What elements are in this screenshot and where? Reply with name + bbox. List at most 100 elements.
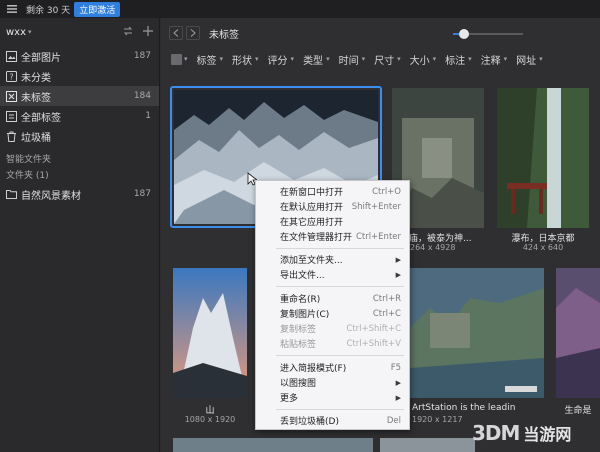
chevron-down-icon: ▾ (219, 55, 224, 63)
menu-item-open-default-app[interactable]: 在默认应用打开 Shift+Enter (256, 199, 409, 214)
watermark-text: 当游网 (523, 424, 572, 444)
menu-icon[interactable] (4, 2, 20, 16)
menu-item-label: 以图搜图 (280, 379, 317, 389)
watermark-logo: 3DM (472, 420, 520, 445)
chevron-right-icon: ▶ (395, 255, 401, 264)
menu-separator (276, 355, 404, 356)
menu-item-label: 在文件管理器打开 (280, 233, 353, 243)
trial-remaining-text: 剩余 30 天 (26, 5, 71, 16)
menu-item-add-to-folder[interactable]: 添加至文件夹... ▶ (256, 252, 409, 267)
select-all-checkbox[interactable] (171, 53, 182, 65)
chevron-right-icon: ▶ (395, 393, 401, 402)
menu-item-shortcut: Shift+Enter (351, 201, 401, 212)
back-button[interactable] (169, 26, 183, 40)
filter-label: 大小 (409, 55, 430, 67)
trash-icon (6, 131, 17, 142)
menu-item-presentation-mode[interactable]: 进入简报模式(F) F5 (256, 360, 409, 375)
add-icon[interactable] (143, 25, 153, 39)
chevron-down-icon: ▾ (397, 55, 401, 63)
filter-type[interactable]: 类型 ▾ (303, 52, 330, 67)
chevron-down-icon: ▾ (503, 55, 508, 63)
sync-icon[interactable] (123, 26, 133, 39)
filter-rating[interactable]: 评分 ▾ (268, 52, 295, 67)
chevron-left-icon (173, 29, 179, 37)
menu-item-label: 添加至文件夹... (280, 256, 343, 266)
filter-label: 标签 (196, 55, 217, 67)
folder-count: 187 (133, 189, 151, 199)
menu-item-more[interactable]: 更多 ▶ (256, 390, 409, 405)
menu-item-copy-image[interactable]: 复制图片(C) Ctrl+C (256, 306, 409, 321)
filter-label: 标注 (445, 55, 466, 67)
menu-item-paste-tags[interactable]: 粘贴标签 Ctrl+Shift+V (256, 336, 409, 351)
menu-item-open-other-app[interactable]: 在其它应用打开 (256, 214, 409, 229)
chevron-right-icon: ▶ (395, 378, 401, 387)
chevron-down-icon: ▾ (361, 55, 366, 63)
zoom-slider[interactable] (453, 29, 523, 39)
image-tile[interactable] (556, 268, 600, 398)
image-thumbnail (497, 88, 589, 228)
sidebar-item-uncategorized[interactable]: ? 未分类 (0, 66, 159, 86)
sidebar-item-untagged[interactable]: 未标签 184 (0, 86, 159, 106)
chevron-down-icon[interactable]: ▾ (184, 55, 188, 63)
watermark: 3DM 当游网 (472, 413, 600, 452)
filter-annotation[interactable]: 标注 ▾ (445, 52, 472, 67)
filter-tags[interactable]: 标签 ▾ (197, 52, 224, 67)
menu-item-label: 进入简报模式(F) (280, 364, 347, 374)
sidebar-item-all-images[interactable]: 全部图片 187 (0, 46, 159, 66)
menu-item-open-file-manager[interactable]: 在文件管理器打开 Ctrl+Enter (256, 229, 409, 244)
image-tile[interactable] (410, 268, 544, 398)
menu-item-open-new-window[interactable]: 在新窗口中打开 Ctrl+O (256, 184, 409, 199)
menu-item-move-to-trash[interactable]: 丢到垃圾桶(D) Del (256, 413, 409, 428)
library-switcher[interactable]: wxx ▾ (0, 18, 159, 46)
filter-notes[interactable]: 注释 ▾ (481, 52, 508, 67)
question-icon: ? (6, 70, 17, 82)
menu-item-rename[interactable]: 重命名(R) Ctrl+R (256, 291, 409, 306)
filter-size[interactable]: 大小 ▾ (410, 52, 437, 67)
sidebar-item-label: 未分类 (21, 72, 51, 84)
menu-separator (276, 248, 404, 249)
menu-item-shortcut: Del (386, 415, 401, 426)
filter-label: 尺寸 (374, 55, 395, 67)
image-tile[interactable] (173, 268, 247, 398)
menu-item-shortcut: Ctrl+Shift+V (346, 338, 401, 349)
page-title: 未标签 (209, 29, 239, 41)
filter-shape[interactable]: 形状 ▾ (232, 52, 259, 67)
menu-item-label: 粘贴标签 (280, 340, 317, 350)
menu-item-copy-tags[interactable]: 复制标签 Ctrl+Shift+C (256, 321, 409, 336)
menu-item-search-by-image[interactable]: 以图搜图 ▶ (256, 375, 409, 390)
context-menu: 在新窗口中打开 Ctrl+O 在默认应用打开 Shift+Enter 在其它应用… (255, 180, 410, 430)
sidebar-item-count: 187 (133, 51, 151, 61)
menu-item-label: 在默认应用打开 (280, 203, 344, 213)
filter-time[interactable]: 时间 ▾ (339, 52, 366, 67)
menu-item-export-file[interactable]: 导出文件... ▶ (256, 267, 409, 282)
menu-item-shortcut: Ctrl+R (372, 293, 401, 304)
tags-icon (6, 110, 17, 122)
chevron-down-icon: ▾ (432, 55, 437, 63)
sidebar-item-trash[interactable]: 垃圾桶 (0, 126, 159, 146)
sidebar-item-all-tags[interactable]: 全部标签 1 (0, 106, 159, 126)
image-tile[interactable] (173, 438, 373, 452)
zoom-slider-knob[interactable] (458, 29, 469, 39)
activate-button[interactable]: 立即激活 (74, 1, 121, 17)
folder-label: 自然风景素材 (21, 190, 81, 202)
menu-item-label: 更多 (280, 394, 299, 404)
image-tile[interactable] (380, 438, 475, 452)
image-dimensions: 424 x 640 (522, 243, 564, 252)
image-tile[interactable] (497, 88, 589, 228)
menu-item-label: 在新窗口中打开 (280, 188, 344, 198)
forward-button[interactable] (186, 26, 200, 40)
smart-folders-heading[interactable]: 智能文件夹 (0, 150, 159, 166)
menu-item-label: 导出文件... (280, 271, 325, 281)
image-dimensions: 264 x 4928 (410, 243, 456, 252)
sidebar-item-count: 184 (133, 91, 151, 101)
image-thumbnail (173, 268, 247, 398)
sidebar-item-label: 全部图片 (21, 52, 61, 64)
filter-label: 注释 (480, 55, 501, 67)
filter-url[interactable]: 网址 ▾ (516, 52, 543, 67)
chevron-down-icon: ▾ (468, 55, 472, 63)
menu-item-shortcut: Ctrl+C (372, 308, 401, 319)
folder-item[interactable]: 自然风景素材 187 (0, 184, 159, 204)
filter-dimensions[interactable]: 尺寸 ▾ (374, 52, 401, 67)
folders-heading[interactable]: 文件夹 (1) (0, 166, 159, 182)
image-dimensions: 1080 x 1920 (184, 415, 236, 424)
